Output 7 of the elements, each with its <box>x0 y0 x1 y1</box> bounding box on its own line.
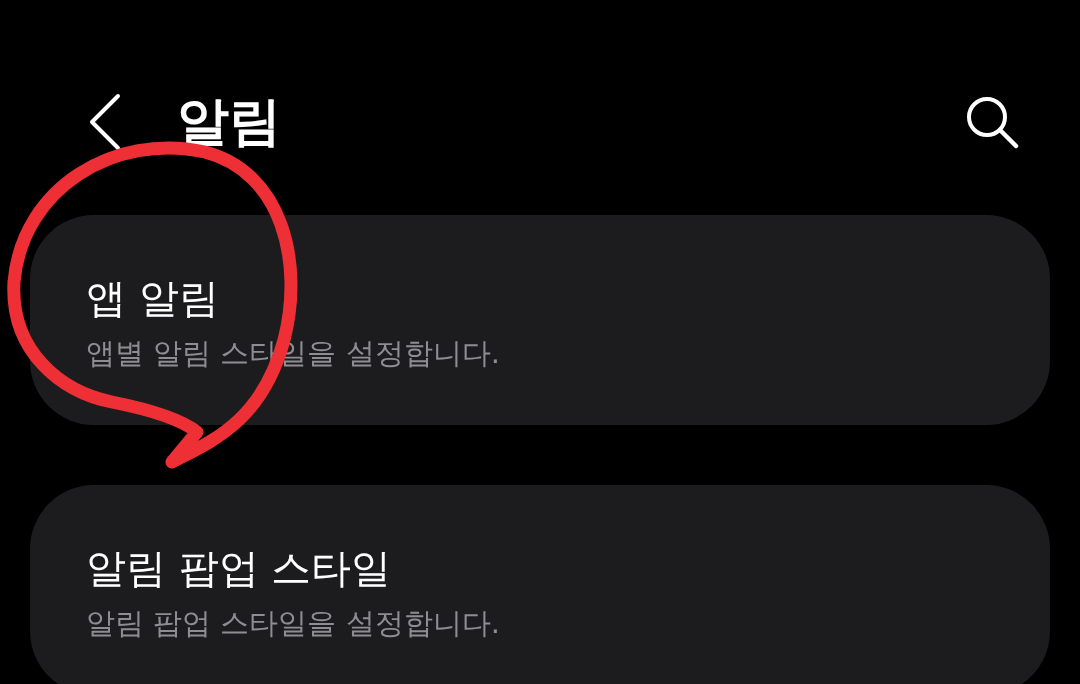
setting-title: 알림 팝업 스타일 <box>86 544 393 593</box>
setting-title: 앱 알림 <box>86 274 220 323</box>
setting-description: 알림 팝업 스타일을 설정합니다. <box>86 605 501 642</box>
settings-card[interactable]: 알림 팝업 스타일 알림 팝업 스타일을 설정합니다. <box>30 485 1050 684</box>
search-icon[interactable] <box>964 94 1020 150</box>
page-title: 알림 <box>177 90 282 153</box>
back-icon[interactable] <box>88 93 122 151</box>
